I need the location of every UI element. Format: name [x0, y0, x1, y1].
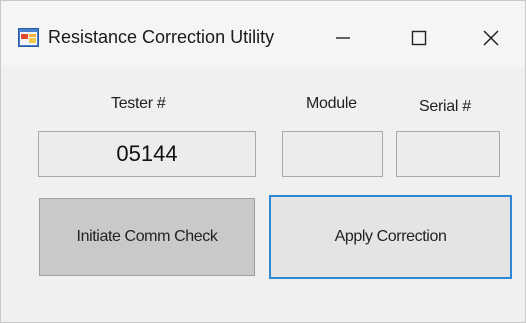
minimize-button[interactable]: [313, 15, 373, 61]
initiate-comm-check-button[interactable]: Initiate Comm Check: [39, 198, 255, 276]
tester-field[interactable]: 05144: [38, 131, 256, 177]
close-icon: [483, 30, 499, 46]
app-form-icon: [18, 28, 39, 47]
maximize-button[interactable]: [389, 15, 449, 61]
window-title: Resistance Correction Utility: [48, 27, 275, 47]
module-field[interactable]: [282, 131, 383, 177]
app-window: Resistance Correction Utility Tester # M…: [0, 0, 526, 323]
tester-label: Tester #: [111, 95, 166, 112]
minimize-icon: [336, 37, 350, 39]
serial-field[interactable]: [396, 131, 500, 177]
close-button[interactable]: [461, 15, 521, 61]
title-bar[interactable]: Resistance Correction Utility: [1, 1, 525, 67]
maximize-icon: [411, 30, 427, 46]
apply-correction-button[interactable]: Apply Correction: [269, 195, 512, 279]
serial-label: Serial #: [419, 98, 471, 115]
module-label: Module: [306, 95, 357, 112]
